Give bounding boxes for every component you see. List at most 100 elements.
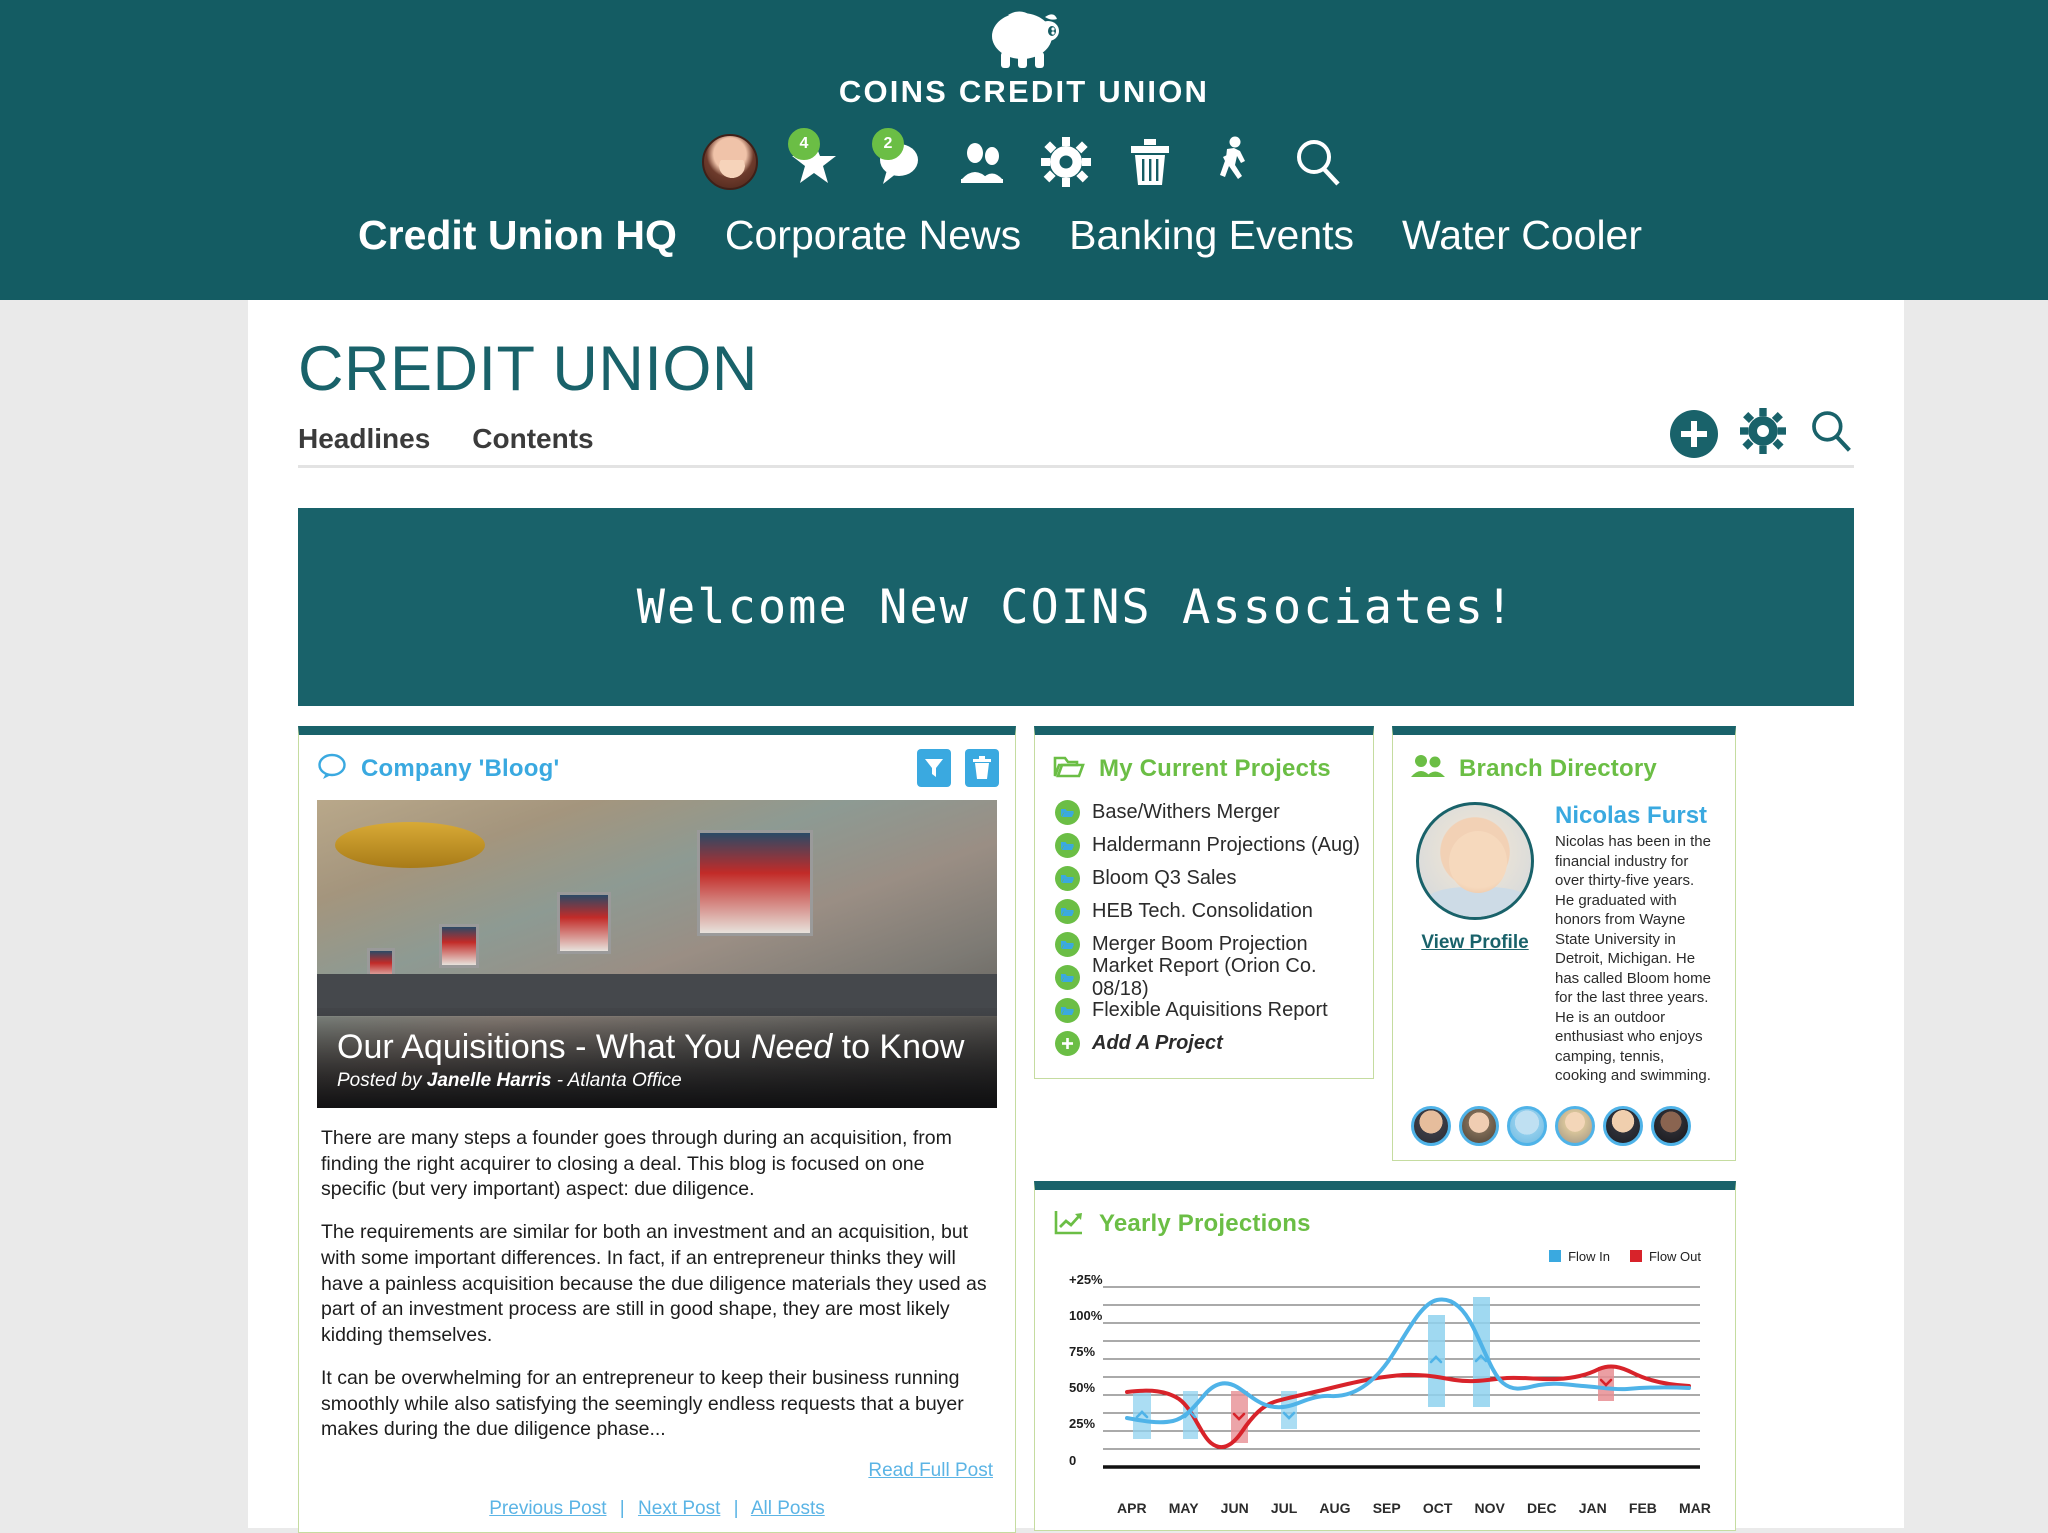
read-full-post-link[interactable]: Read Full Post — [868, 1460, 993, 1481]
chart-panel: Yearly Projections Flow In Flow Out +25%… — [1034, 1180, 1736, 1531]
nav-item-water-cooler[interactable]: Water Cooler — [1402, 215, 1642, 276]
comment-badge-count: 2 — [872, 128, 904, 160]
chart-svg: +25% 100% 75% 50% 25% 0 — [1069, 1272, 1700, 1469]
tab-contents[interactable]: Contents — [472, 423, 593, 455]
xtick-label: MAR — [1679, 1499, 1711, 1516]
trash-icon[interactable] — [965, 749, 999, 787]
ytick-label: 50% — [1069, 1380, 1095, 1395]
read-full-post-row: Read Full Post — [299, 1460, 1015, 1488]
avatar[interactable] — [1555, 1105, 1595, 1146]
legend-item-flow-out: Flow Out — [1629, 1248, 1701, 1264]
page-content: CREDIT UNION Headlines Contents Welcome … — [248, 300, 1904, 1533]
legend-item-flow-in: Flow In — [1549, 1249, 1610, 1264]
star-icon[interactable]: 4 — [786, 128, 842, 190]
gear-icon[interactable] — [1038, 134, 1094, 190]
xtick-label: JAN — [1578, 1499, 1607, 1516]
trash-icon[interactable] — [1122, 134, 1178, 190]
people-icon[interactable] — [954, 134, 1010, 190]
xtick-label: SEP — [1372, 1499, 1401, 1516]
folder-icon — [1055, 833, 1080, 858]
directory-person-name: Nicolas Furst — [1555, 802, 1708, 829]
chart-x-axis: APR MAY JUN JUL AUG SEP OCT NOV DEC JAN … — [1055, 1498, 1715, 1516]
add-project-item[interactable]: Add A Project — [1055, 1027, 1373, 1060]
blog-hero-image: Our Aquisitions - What You Need to Know … — [317, 800, 997, 1108]
directory-photo-block: View Profile — [1411, 802, 1539, 1086]
avatar[interactable] — [1411, 1105, 1451, 1146]
avatar[interactable] — [1507, 1105, 1547, 1146]
add-project-label: Add A Project — [1092, 1032, 1223, 1054]
blog-hero-caption: Our Aquisitions - What You Need to Know … — [317, 1016, 997, 1108]
search-icon[interactable] — [1290, 134, 1346, 190]
add-icon[interactable] — [1670, 409, 1718, 458]
folder-open-icon — [1053, 753, 1085, 784]
ytick-label: +25% — [1069, 1275, 1103, 1287]
project-label: Haldermann Projections (Aug) — [1092, 834, 1360, 856]
directory-featured-person: View Profile Nicolas Furst Nicolas has b… — [1393, 790, 1735, 1090]
blog-column: Company 'Bloog' Our Aquisitions - What Y… — [298, 726, 1016, 1533]
line-chart-icon — [1053, 1208, 1085, 1241]
all-posts-link[interactable]: All Posts — [751, 1498, 825, 1519]
chart-markers — [1133, 1296, 1614, 1443]
comment-icon — [317, 753, 347, 784]
page-tabs: Headlines Contents — [298, 408, 1854, 468]
gear-icon[interactable] — [1740, 408, 1786, 459]
chart-panel-header: Yearly Projections — [1035, 1190, 1735, 1247]
project-item[interactable]: HEB Tech. Consolidation — [1055, 895, 1373, 928]
project-item[interactable]: Flexible Aquisitions Report — [1055, 994, 1373, 1027]
project-label: Flexible Aquisitions Report — [1092, 999, 1328, 1021]
project-item[interactable]: Base/Withers Merger — [1055, 796, 1373, 829]
main-navigation: Credit Union HQ Corporate News Banking E… — [0, 198, 2048, 276]
avatar[interactable] — [1459, 1105, 1499, 1146]
xtick-label: FEB — [1628, 1499, 1657, 1516]
projects-list: Base/Withers Merger Haldermann Projectio… — [1035, 790, 1373, 1078]
folder-icon — [1055, 998, 1080, 1023]
blog-panel-title: Company 'Bloog' — [361, 754, 560, 782]
previous-post-link[interactable]: Previous Post — [489, 1498, 606, 1519]
ytick-label: 25% — [1069, 1416, 1095, 1431]
directory-person-bio: Nicolas has been in the financial indust… — [1555, 833, 1711, 1084]
directory-person-info: Nicolas Furst Nicolas has been in the fi… — [1555, 802, 1717, 1086]
directory-panel: Branch Directory View Profile Nicolas Fu… — [1392, 726, 1736, 1161]
xtick-label: APR — [1117, 1499, 1147, 1516]
link-separator: | — [619, 1498, 625, 1520]
filter-icon[interactable] — [917, 749, 951, 787]
brand-block[interactable]: COINS CREDIT UNION — [0, 0, 2048, 110]
project-item[interactable]: Market Report (Orion Co. 08/18) — [1055, 955, 1373, 1000]
next-post-link[interactable]: Next Post — [638, 1498, 720, 1519]
directory-column: Branch Directory View Profile Nicolas Fu… — [1392, 726, 1736, 1161]
xtick-label: NOV — [1474, 1499, 1505, 1516]
directory-panel-header: Branch Directory — [1393, 735, 1735, 790]
folder-icon — [1055, 899, 1080, 924]
projects-panel-header: My Current Projects — [1035, 735, 1373, 790]
folder-icon — [1055, 932, 1080, 957]
legend-label: Flow Out — [1648, 1248, 1701, 1264]
link-separator: | — [733, 1498, 739, 1520]
chart-column: Yearly Projections Flow In Flow Out +25%… — [1034, 1180, 1736, 1531]
tab-headlines[interactable]: Headlines — [298, 423, 430, 455]
project-label: HEB Tech. Consolidation — [1092, 900, 1313, 922]
xtick-label: MAY — [1168, 1499, 1199, 1516]
project-item[interactable]: Haldermann Projections (Aug) — [1055, 829, 1373, 862]
ytick-label: 75% — [1069, 1344, 1095, 1359]
folder-icon — [1055, 866, 1080, 891]
view-profile-link[interactable]: View Profile — [1421, 932, 1528, 954]
user-avatar[interactable] — [702, 134, 758, 190]
folder-icon — [1055, 965, 1080, 990]
xtick-label: JUL — [1270, 1499, 1298, 1516]
avatar[interactable] — [1603, 1105, 1643, 1146]
chart-panel-title: Yearly Projections — [1099, 1210, 1311, 1237]
page-title: CREDIT UNION — [298, 334, 758, 404]
project-item[interactable]: Bloom Q3 Sales — [1055, 862, 1373, 895]
legend-label: Flow In — [1568, 1248, 1610, 1264]
nav-item-banking-events[interactable]: Banking Events — [1069, 215, 1354, 276]
ytick-label: 100% — [1069, 1308, 1103, 1323]
search-icon[interactable] — [1808, 408, 1854, 459]
blog-paragraph: The requirements are similar for both an… — [321, 1221, 987, 1347]
walking-person-icon[interactable] — [1206, 134, 1262, 190]
chart-legend: Flow In Flow Out — [1549, 1249, 1701, 1264]
avatar[interactable] — [1651, 1105, 1691, 1146]
nav-item-credit-union-hq[interactable]: Credit Union HQ — [358, 215, 677, 276]
nav-item-corporate-news[interactable]: Corporate News — [725, 215, 1021, 276]
piggy-bank-icon — [0, 6, 2048, 70]
comment-icon[interactable]: 2 — [870, 128, 926, 190]
